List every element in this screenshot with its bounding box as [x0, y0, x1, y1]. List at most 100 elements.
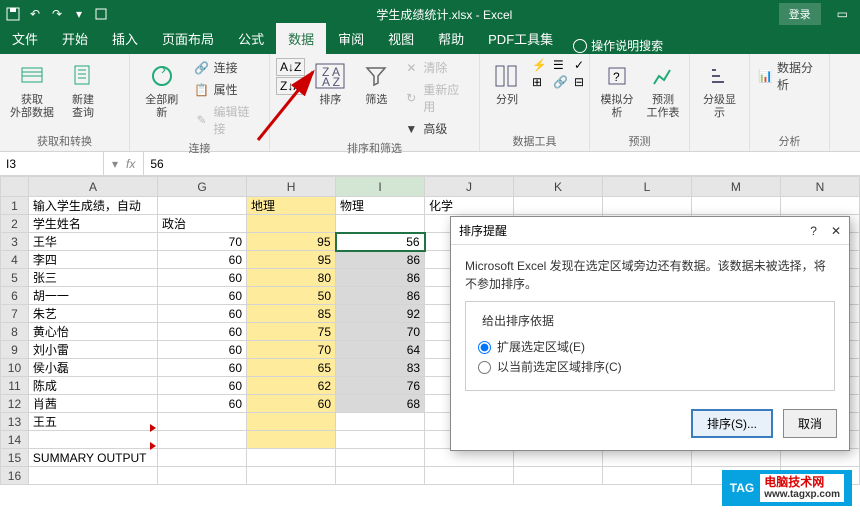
cell[interactable]: 60: [158, 377, 247, 395]
cell[interactable]: 侯小磊: [28, 359, 157, 377]
row-header[interactable]: 2: [1, 215, 29, 233]
cell[interactable]: 陈成: [28, 377, 157, 395]
cell[interactable]: SUMMARY OUTPUT: [28, 449, 157, 467]
cell[interactable]: 80: [247, 269, 336, 287]
cell[interactable]: 政治: [158, 215, 247, 233]
data-analysis-button[interactable]: 📊数据分析: [756, 58, 823, 94]
cell[interactable]: 胡一一: [28, 287, 157, 305]
edit-links-button[interactable]: ✎编辑链接: [192, 102, 263, 138]
sort-button[interactable]: 排序(S)...: [691, 409, 773, 438]
close-icon[interactable]: ✕: [831, 224, 841, 238]
get-external-data-button[interactable]: 获取 外部数据: [6, 58, 58, 122]
properties-button[interactable]: 📋属性: [192, 80, 263, 99]
tab-data[interactable]: 数据: [276, 23, 326, 54]
cell[interactable]: 物理: [336, 197, 425, 215]
row-header[interactable]: 15: [1, 449, 29, 467]
cancel-button[interactable]: 取消: [783, 409, 837, 438]
tab-help[interactable]: 帮助: [426, 23, 476, 54]
cell[interactable]: [336, 413, 425, 431]
flash-fill-icon[interactable]: ⚡: [532, 58, 550, 72]
cell[interactable]: 60: [158, 269, 247, 287]
cell[interactable]: [158, 413, 247, 431]
column-header[interactable]: H: [247, 177, 336, 197]
cell[interactable]: 60: [247, 395, 336, 413]
cell[interactable]: 60: [158, 251, 247, 269]
radio-expand-selection[interactable]: 扩展选定区域(E): [478, 338, 822, 356]
row-header[interactable]: 5: [1, 269, 29, 287]
consolidate-icon[interactable]: ⊞: [532, 75, 550, 89]
row-header[interactable]: 12: [1, 395, 29, 413]
fx-icon[interactable]: fx: [126, 157, 135, 171]
cell[interactable]: 85: [247, 305, 336, 323]
text-to-columns-button[interactable]: 分列: [486, 58, 528, 109]
row-header[interactable]: 10: [1, 359, 29, 377]
tab-file[interactable]: 文件: [0, 23, 50, 54]
cell[interactable]: 70: [158, 233, 247, 251]
cell[interactable]: 95: [247, 251, 336, 269]
cell[interactable]: [247, 413, 336, 431]
cell[interactable]: 92: [336, 305, 425, 323]
refresh-all-button[interactable]: 全部刷新: [136, 58, 188, 122]
remove-duplicates-icon[interactable]: ☰: [553, 58, 571, 72]
cell[interactable]: 朱艺: [28, 305, 157, 323]
tab-insert[interactable]: 插入: [100, 23, 150, 54]
row-header[interactable]: 16: [1, 467, 29, 485]
redo-icon[interactable]: ↷: [48, 5, 66, 23]
cell[interactable]: 化学: [425, 197, 514, 215]
cell[interactable]: 地理: [247, 197, 336, 215]
cell[interactable]: 李四: [28, 251, 157, 269]
cell[interactable]: 60: [158, 341, 247, 359]
tab-pagelayout[interactable]: 页面布局: [150, 23, 226, 54]
cell[interactable]: 75: [247, 323, 336, 341]
outline-button[interactable]: 分级显示: [696, 58, 743, 122]
row-header[interactable]: 14: [1, 431, 29, 449]
cell[interactable]: 56: [336, 233, 425, 251]
cell[interactable]: 86: [336, 251, 425, 269]
cell[interactable]: 王华: [28, 233, 157, 251]
relationships-icon[interactable]: 🔗: [553, 75, 571, 89]
cell[interactable]: 王五: [28, 413, 157, 431]
tab-home[interactable]: 开始: [50, 23, 100, 54]
cell[interactable]: 60: [158, 305, 247, 323]
tab-pdf[interactable]: PDF工具集: [476, 23, 565, 54]
cell[interactable]: 刘小雷: [28, 341, 157, 359]
cell[interactable]: 86: [336, 287, 425, 305]
row-header[interactable]: 9: [1, 341, 29, 359]
sort-asc-button[interactable]: A↓Z: [276, 58, 305, 76]
column-header[interactable]: G: [158, 177, 247, 197]
cell[interactable]: 65: [247, 359, 336, 377]
cell[interactable]: 60: [158, 395, 247, 413]
row-header[interactable]: 6: [1, 287, 29, 305]
cell[interactable]: 60: [158, 287, 247, 305]
row-header[interactable]: 1: [1, 197, 29, 215]
qat-dropdown-icon[interactable]: ▾: [70, 5, 88, 23]
cell[interactable]: 62: [247, 377, 336, 395]
save-icon[interactable]: [4, 5, 22, 23]
row-header[interactable]: 8: [1, 323, 29, 341]
cell[interactable]: 95: [247, 233, 336, 251]
row-header[interactable]: 11: [1, 377, 29, 395]
tell-me-search[interactable]: 操作说明搜索: [565, 37, 671, 54]
row-header[interactable]: 13: [1, 413, 29, 431]
column-header[interactable]: M: [691, 177, 780, 197]
cell[interactable]: 黄心怡: [28, 323, 157, 341]
cell[interactable]: 64: [336, 341, 425, 359]
row-header[interactable]: 7: [1, 305, 29, 323]
column-header[interactable]: N: [780, 177, 859, 197]
connections-button[interactable]: 🔗连接: [192, 58, 263, 77]
cell[interactable]: 86: [336, 269, 425, 287]
cell[interactable]: 68: [336, 395, 425, 413]
select-all-corner[interactable]: [1, 177, 29, 197]
clear-filter-button[interactable]: ✕清除: [401, 58, 473, 77]
forecast-sheet-button[interactable]: 预测 工作表: [642, 58, 684, 122]
cell[interactable]: 76: [336, 377, 425, 395]
cell[interactable]: 60: [158, 359, 247, 377]
column-header[interactable]: A: [28, 177, 157, 197]
what-if-button[interactable]: ? 模拟分析: [596, 58, 638, 122]
cell[interactable]: 83: [336, 359, 425, 377]
radio-current-selection[interactable]: 以当前选定区域排序(C): [478, 358, 822, 376]
row-header[interactable]: 3: [1, 233, 29, 251]
column-header[interactable]: I: [336, 177, 425, 197]
help-icon[interactable]: ?: [810, 224, 817, 238]
ribbon-options-icon[interactable]: ▭: [829, 7, 856, 21]
